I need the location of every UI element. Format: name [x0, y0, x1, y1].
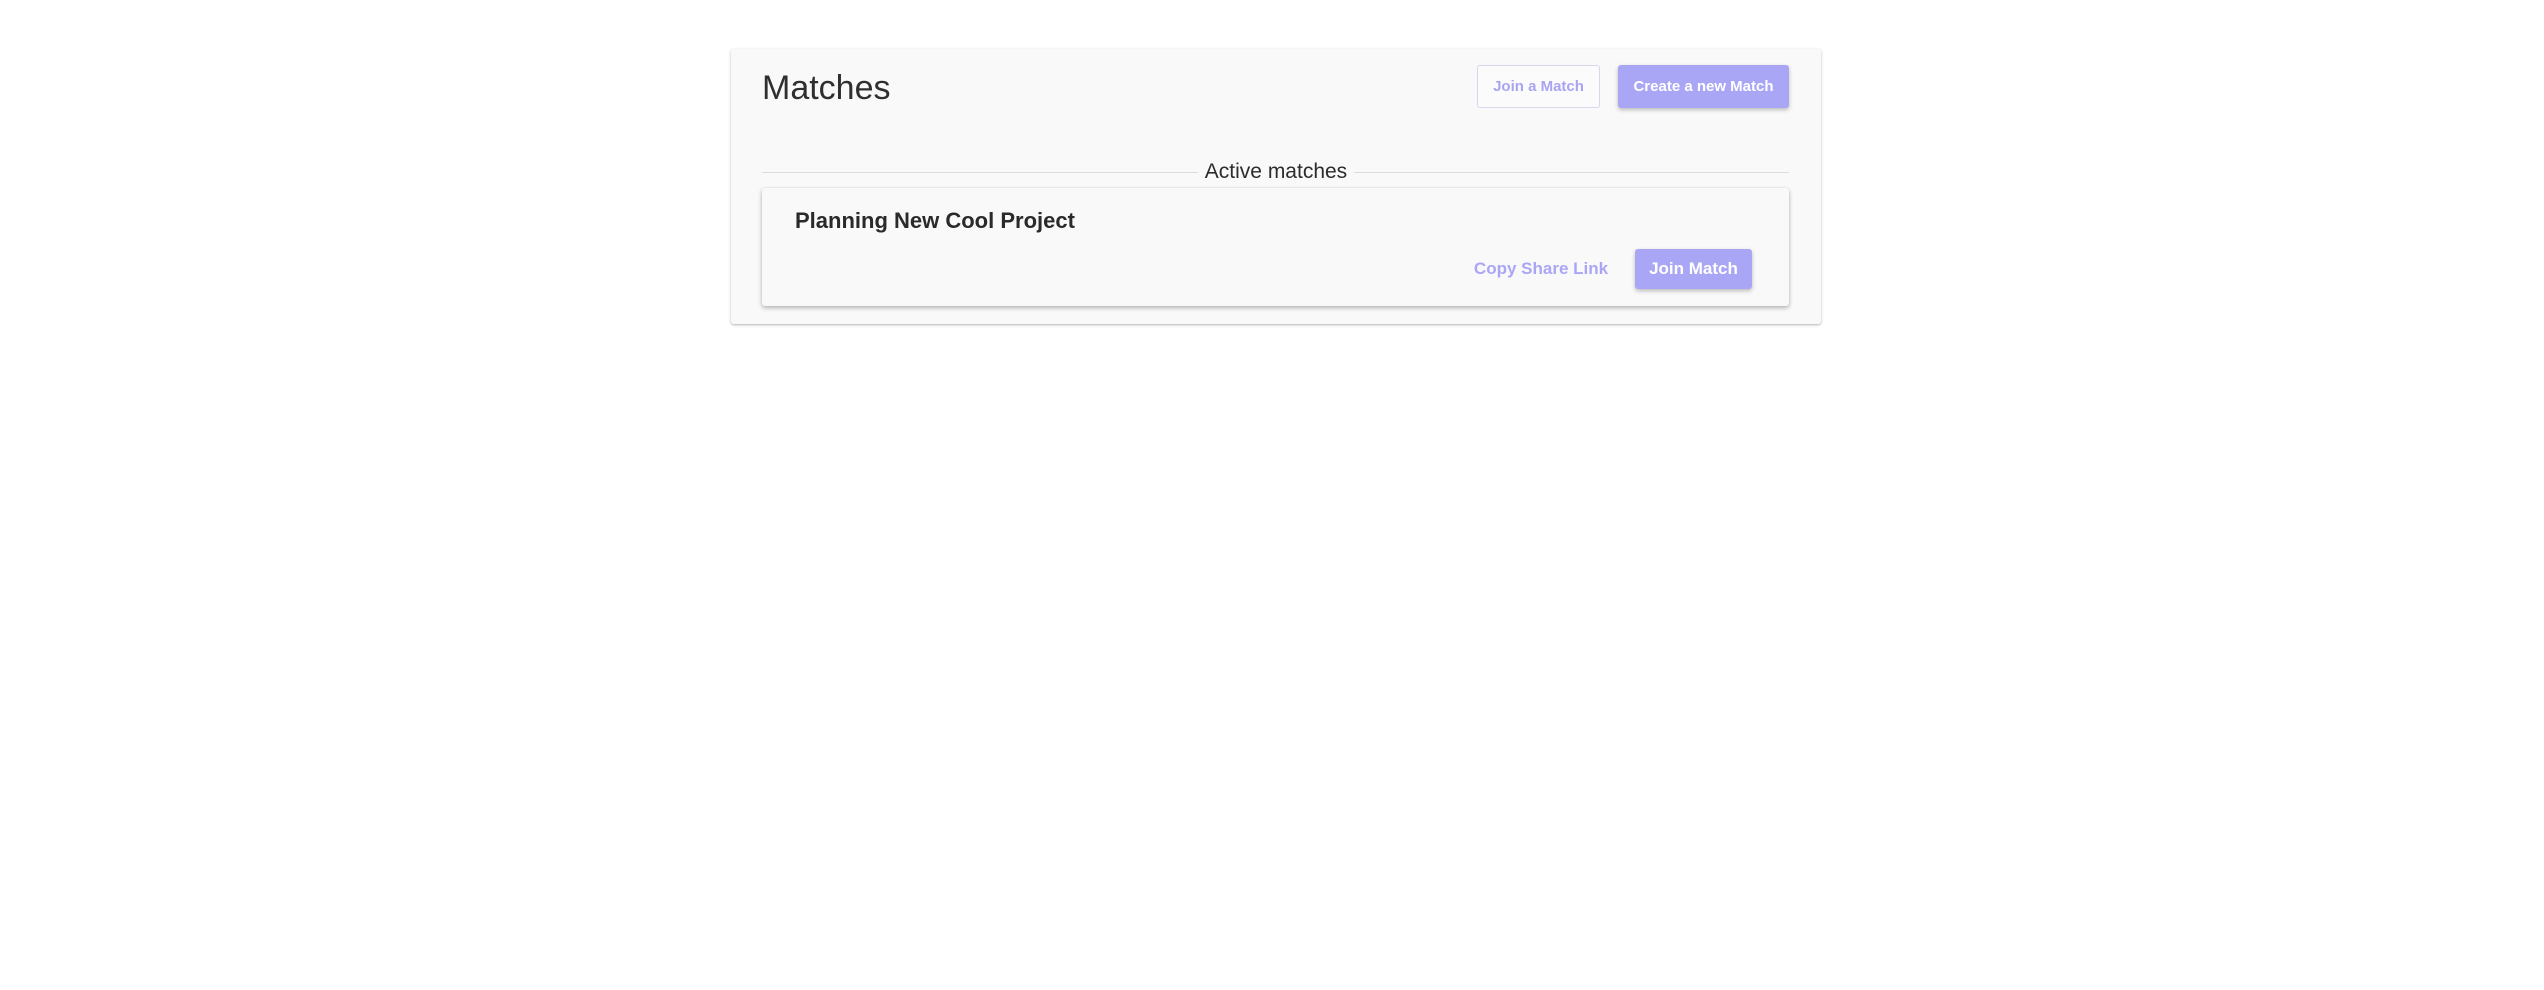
create-new-match-button[interactable]: Create a new Match	[1618, 65, 1789, 108]
divider-line-right	[1354, 172, 1789, 173]
copy-share-link-button[interactable]: Copy Share Link	[1466, 249, 1616, 289]
match-title: Planning New Cool Project	[795, 208, 1075, 233]
join-match-button[interactable]: Join Match	[1635, 249, 1752, 289]
active-matches-heading: Active matches	[1204, 160, 1348, 183]
matches-panel: Matches Join a Match Create a new Match …	[731, 49, 1821, 324]
join-a-match-button[interactable]: Join a Match	[1477, 65, 1600, 108]
match-card: Planning New Cool Project Copy Share Lin…	[762, 188, 1789, 306]
divider-line-left	[762, 172, 1198, 173]
page-title: Matches	[762, 69, 891, 107]
active-matches-divider: Active matches	[762, 160, 1789, 184]
